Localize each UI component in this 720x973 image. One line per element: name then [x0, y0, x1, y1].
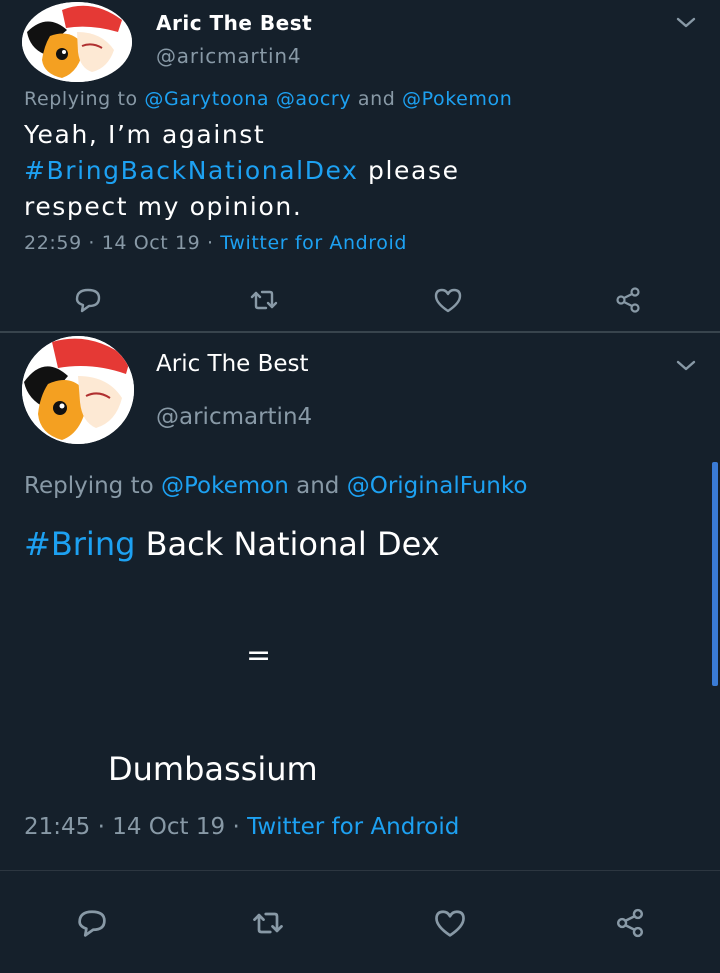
tweet-text-line: Yeah, I’m against: [24, 120, 266, 149]
like-icon[interactable]: [432, 284, 464, 316]
meta-dot: ·: [81, 232, 102, 254]
avatar[interactable]: [22, 2, 132, 82]
replying-prefix: Replying to: [24, 473, 161, 499]
reply-icon[interactable]: [72, 284, 104, 316]
tweet-date: 14 Oct 19: [101, 232, 201, 254]
avatar-image: [22, 2, 132, 82]
mention-link[interactable]: @Pokemon: [402, 88, 512, 110]
reply-joiner: and: [351, 88, 403, 110]
tweet-source[interactable]: Twitter for Android: [220, 232, 407, 254]
tweet-meta: 21:45 · 14 Oct 19 · Twitter for Android: [24, 814, 459, 840]
chevron-down-icon[interactable]: [675, 359, 697, 373]
user-handle[interactable]: @aricmartin4: [156, 44, 301, 68]
tweet-date: 14 Oct 19: [112, 814, 226, 840]
tweet-text-line: =: [246, 638, 272, 673]
meta-dot: ·: [225, 814, 248, 840]
tweet-text: please: [358, 156, 460, 185]
replying-prefix: Replying to: [24, 88, 145, 110]
tweet[interactable]: Aric The Best @aricmartin4 Replying to @…: [0, 333, 720, 973]
reply-joiner: and: [288, 473, 347, 499]
replying-to: Replying to @Pokemon and @OriginalFunko: [24, 473, 527, 499]
tweet-meta: 22:59 · 14 Oct 19 · Twitter for Android: [24, 232, 407, 254]
action-divider: [0, 870, 720, 871]
mention-link[interactable]: @OriginalFunko: [347, 473, 528, 499]
hashtag-link[interactable]: #BringBackNationalDex: [24, 156, 359, 185]
tweet-time: 21:45: [24, 814, 91, 840]
avatar[interactable]: [22, 336, 134, 444]
like-icon[interactable]: [432, 905, 468, 941]
reply-icon[interactable]: [74, 905, 110, 941]
share-icon[interactable]: [612, 284, 644, 316]
tweet-text-line: Dumbassium: [108, 750, 318, 788]
tweet-text-line: #Bring Back National Dex: [24, 525, 440, 563]
share-icon[interactable]: [612, 905, 648, 941]
retweet-icon[interactable]: [250, 905, 286, 941]
user-handle[interactable]: @aricmartin4: [156, 404, 312, 430]
retweet-icon[interactable]: [248, 284, 280, 316]
mention-link[interactable]: @Garytoona: [144, 88, 269, 110]
tweet[interactable]: Aric The Best @aricmartin4 Replying to @…: [0, 0, 720, 332]
tweet-text-line: #BringBackNationalDex please: [24, 156, 460, 185]
mention-link[interactable]: @aocry: [276, 88, 351, 110]
scrollbar[interactable]: [712, 462, 718, 686]
display-name[interactable]: Aric The Best: [156, 11, 312, 35]
meta-dot: ·: [90, 814, 113, 840]
tweet-time: 22:59: [24, 232, 82, 254]
tweet-text-line: respect my opinion.: [24, 192, 303, 221]
hashtag-link[interactable]: #Bring: [24, 525, 135, 563]
mention-link[interactable]: @Pokemon: [161, 473, 289, 499]
tweet-source[interactable]: Twitter for Android: [247, 814, 459, 840]
display-name[interactable]: Aric The Best: [156, 351, 309, 377]
replying-to: Replying to @Garytoona @aocry and @Pokem…: [24, 88, 512, 110]
avatar-image: [22, 336, 134, 444]
chevron-down-icon[interactable]: [675, 16, 697, 30]
tweet-text: Back National Dex: [135, 525, 440, 563]
meta-dot: ·: [200, 232, 221, 254]
reply-joiner: [269, 88, 276, 110]
